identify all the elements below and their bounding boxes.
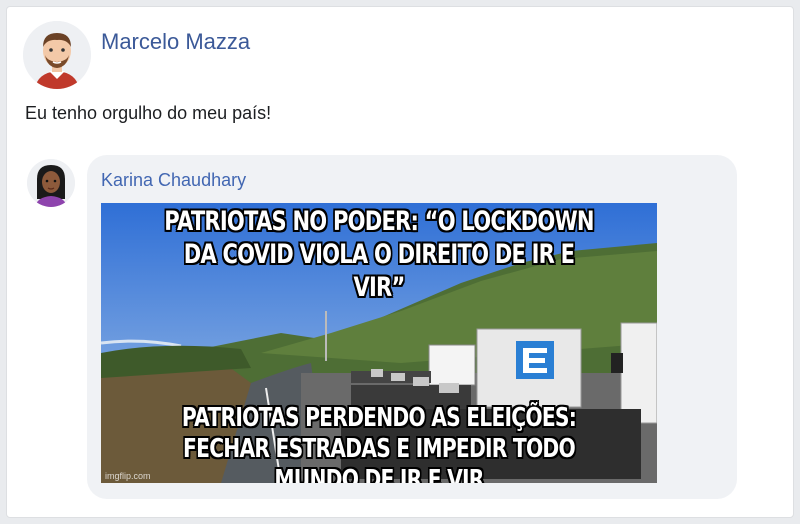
author-name[interactable]: Marcelo Mazza [101, 29, 250, 55]
author-avatar[interactable] [23, 21, 91, 89]
post-card: Marcelo Mazza Eu tenho orgulho do meu pa… [6, 6, 794, 518]
post-text: Eu tenho orgulho do meu país! [25, 103, 272, 123]
meme-watermark: imgflip.com [105, 471, 151, 481]
commenter-avatar[interactable] [27, 159, 75, 207]
comment-bubble: Karina Chaudhary PATRIOTAS NO PODER: “O … [87, 155, 737, 499]
meme-image[interactable]: PATRIOTAS NO PODER: “O LOCKDOWN DA COVID… [101, 203, 657, 483]
meme-bottom-caption: PATRIOTAS PERDENDO AS ELEIÇÕES: FECHAR E… [181, 403, 577, 483]
meme-top-caption: PATRIOTAS NO PODER: “O LOCKDOWN DA COVID… [164, 206, 594, 303]
comment-author-name[interactable]: Karina Chaudhary [101, 170, 246, 191]
